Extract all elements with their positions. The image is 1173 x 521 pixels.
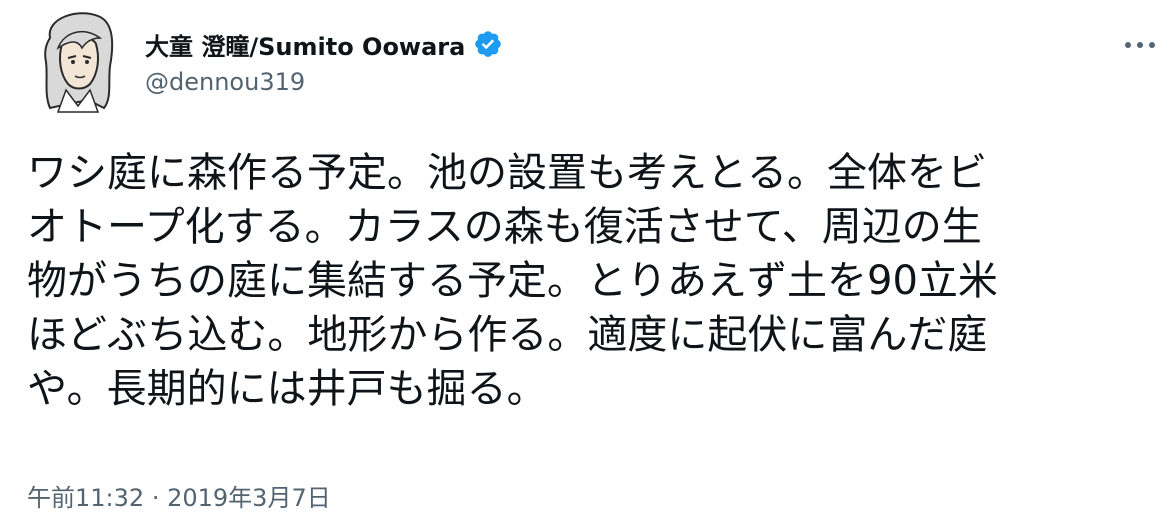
tweet-timestamp[interactable]: 午前11:32 · 2019年3月7日 bbox=[27, 478, 331, 513]
user-handle[interactable]: @dennou319 bbox=[145, 68, 503, 96]
tweet-text: ワシ庭に森作る予定。池の設置も考えとる。全体をビ オトープ化する。カラスの森も復… bbox=[27, 146, 1147, 416]
verified-badge-icon bbox=[473, 29, 503, 59]
tweet-text-line: オトープ化する。カラスの森も復活させて、周辺の生 bbox=[27, 204, 982, 250]
tweet-text-line: 物がうちの庭に集結する予定。とりあえず土を90立米 bbox=[27, 258, 998, 304]
display-name[interactable]: 大童 澄瞳/Sumito Oowara bbox=[145, 27, 465, 62]
tweet: 大童 澄瞳/Sumito Oowara @dennou319 ワシ庭に森作る予定… bbox=[0, 0, 1173, 521]
author-block: 大童 澄瞳/Sumito Oowara @dennou319 bbox=[145, 26, 503, 96]
meta-separator: · bbox=[151, 484, 160, 512]
avatar[interactable] bbox=[28, 8, 126, 116]
name-row: 大童 澄瞳/Sumito Oowara bbox=[145, 26, 503, 62]
tweet-text-line: ほどぶち込む。地形から作る。適度に起伏に富んだ庭 bbox=[27, 312, 988, 358]
tweet-time: 午前11:32 bbox=[27, 484, 145, 512]
more-options-icon bbox=[1125, 42, 1155, 48]
tweet-text-line: ワシ庭に森作る予定。池の設置も考えとる。全体をビ bbox=[27, 150, 987, 196]
tweet-text-line: や。長期的には井戸も掘る。 bbox=[27, 366, 547, 412]
avatar-illustration-icon bbox=[44, 12, 114, 113]
more-options-button[interactable] bbox=[1120, 30, 1160, 60]
tweet-date: 2019年3月7日 bbox=[167, 484, 331, 512]
